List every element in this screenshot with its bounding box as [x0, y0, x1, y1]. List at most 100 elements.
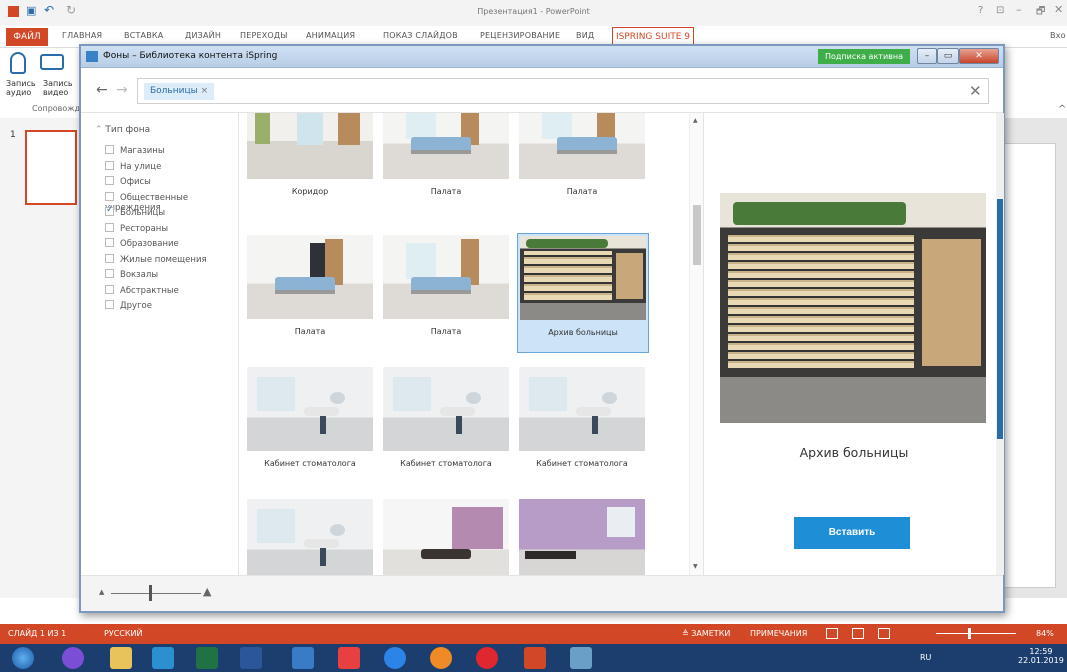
filter-checkbox[interactable]	[105, 238, 114, 247]
yandex-icon[interactable]	[338, 647, 360, 669]
background-card[interactable]: Коридор	[245, 113, 377, 213]
thumbnail-size-slider[interactable]	[111, 593, 201, 594]
forward-arrow-icon[interactable]: →	[116, 82, 128, 98]
dialog-minimize-button[interactable]: –	[917, 48, 937, 64]
media-icon[interactable]	[152, 647, 174, 669]
remove-tag-icon[interactable]: ×	[201, 86, 209, 96]
insert-button[interactable]: Вставить	[794, 517, 910, 549]
preview-image	[720, 193, 986, 423]
filter-checkbox[interactable]	[105, 253, 114, 263]
content-library-dialog: Фоны – Библиотека контента iSpring Подпи…	[79, 44, 1005, 613]
collapse-ribbon-icon[interactable]: ^	[1058, 104, 1066, 115]
reading-view-icon[interactable]	[878, 628, 890, 639]
tab-view[interactable]: ВИД	[576, 31, 594, 40]
tab-insert[interactable]: ВСТАВКА	[124, 31, 163, 40]
slide-thumbnail[interactable]	[25, 130, 77, 205]
clear-search-icon[interactable]: ✕	[969, 82, 982, 100]
background-card[interactable]: Палата	[381, 113, 513, 213]
filter-checkbox[interactable]	[105, 300, 114, 309]
yandex-browser-icon[interactable]	[476, 647, 498, 669]
filter-item[interactable]: На улице	[105, 160, 161, 172]
dialog-maximize-button[interactable]: ▭	[937, 48, 959, 64]
background-card[interactable]	[381, 497, 513, 575]
filter-item[interactable]: Абстрактные	[105, 284, 179, 296]
grid-scrollbar[interactable]: ▲ ▼	[689, 113, 703, 575]
excel-icon[interactable]	[196, 647, 218, 669]
input-language[interactable]: RU	[920, 653, 931, 662]
record-audio-button[interactable]: Запись аудио	[6, 79, 36, 97]
explorer-icon[interactable]	[110, 647, 132, 669]
minimize-icon[interactable]: –	[1016, 3, 1022, 16]
filter-checkbox[interactable]	[105, 160, 114, 170]
photos-icon[interactable]	[570, 647, 592, 669]
close-icon[interactable]: ✕	[1054, 3, 1063, 16]
background-card[interactable]	[245, 497, 377, 575]
preview-scrollbar[interactable]	[996, 113, 1004, 575]
background-card[interactable]: Палата	[245, 233, 377, 353]
filter-checkbox[interactable]	[105, 222, 114, 232]
filter-item[interactable]: Другое	[105, 300, 152, 311]
app-icon[interactable]	[292, 647, 314, 669]
background-card[interactable]: Палата	[381, 233, 513, 353]
back-arrow-icon[interactable]: ←	[96, 82, 108, 98]
tab-slideshow[interactable]: ПОКАЗ СЛАЙДОВ	[383, 31, 458, 40]
background-card[interactable]: Архив больницы	[517, 233, 649, 353]
normal-view-icon[interactable]	[826, 628, 838, 639]
tab-animation[interactable]: АНИМАЦИЯ	[306, 31, 355, 40]
ribbon-options-icon[interactable]: ⊡	[996, 5, 1004, 16]
scroll-down-icon[interactable]: ▼	[693, 563, 698, 570]
zoom-slider[interactable]	[936, 633, 1016, 634]
search-input[interactable]: Больницы × ✕	[137, 78, 989, 104]
tab-review[interactable]: РЕЦЕНЗИРОВАНИЕ	[480, 31, 560, 40]
filter-item[interactable]: Образование	[105, 238, 179, 249]
filter-item[interactable]: Рестораны	[105, 222, 168, 234]
zoom-level[interactable]: 84%	[1036, 629, 1054, 638]
filter-checkbox[interactable]	[105, 269, 114, 278]
preview-scrollbar-thumb[interactable]	[997, 199, 1003, 439]
sign-in-link[interactable]: Вхо	[1050, 31, 1066, 40]
filter-checkbox[interactable]	[105, 191, 114, 201]
filter-checkbox[interactable]	[105, 205, 114, 216]
background-card[interactable]: Палата	[517, 113, 649, 213]
tab-home[interactable]: ГЛАВНАЯ	[62, 31, 102, 40]
filter-checkbox[interactable]	[105, 284, 114, 294]
filter-heading[interactable]: ⌃ Тип фона	[95, 125, 150, 135]
maximize-icon[interactable]: 🗗	[1036, 4, 1045, 21]
background-card[interactable]: Кабинет стоматолога	[517, 365, 649, 485]
alice-icon[interactable]	[62, 647, 84, 669]
tab-transitions[interactable]: ПЕРЕХОДЫ	[240, 31, 288, 40]
search-tag-chip[interactable]: Больницы ×	[144, 83, 215, 100]
filter-item[interactable]: Больницы	[105, 205, 165, 218]
notes-toggle[interactable]: ≜ ЗАМЕТКИ	[682, 629, 730, 638]
filter-item[interactable]: Жилые помещения	[105, 253, 207, 265]
filter-item[interactable]: Вокзалы	[105, 269, 158, 280]
filter-item[interactable]: Офисы	[105, 176, 151, 187]
grid-scrollbar-thumb[interactable]	[693, 205, 701, 265]
start-button-icon[interactable]	[12, 647, 34, 669]
slide-canvas[interactable]	[1000, 143, 1056, 588]
zoom-slider-thumb[interactable]	[968, 628, 971, 639]
filter-checkbox[interactable]	[105, 176, 114, 185]
ie-icon[interactable]	[384, 647, 406, 669]
record-video-button[interactable]: Запись видео	[43, 79, 73, 97]
comments-toggle[interactable]: ПРИМЕЧАНИЯ	[750, 629, 807, 638]
clock[interactable]: 12:59 22.01.2019	[1018, 647, 1064, 665]
thumbnail-size-slider-thumb[interactable]	[149, 585, 152, 601]
filter-item[interactable]: Магазины	[105, 145, 165, 156]
background-card[interactable]: Кабинет стоматолога	[245, 365, 377, 485]
record-audio-label2: аудио	[6, 88, 32, 97]
powerpoint-taskbar-icon[interactable]	[524, 647, 546, 669]
word-icon[interactable]	[240, 647, 262, 669]
filter-panel: ⌃ Тип фона Магазины На улице Офисы Обществе…	[81, 113, 239, 575]
scroll-up-icon[interactable]: ▲	[693, 117, 698, 124]
tab-file[interactable]: ФАЙЛ	[6, 28, 48, 46]
background-card[interactable]	[517, 497, 649, 575]
firefox-icon[interactable]	[430, 647, 452, 669]
dialog-close-button[interactable]: ✕	[959, 48, 999, 64]
tab-design[interactable]: ДИЗАЙН	[185, 31, 221, 40]
help-icon[interactable]: ?	[978, 5, 983, 16]
language-indicator[interactable]: РУССКИЙ	[104, 629, 143, 638]
filter-checkbox[interactable]	[105, 145, 114, 154]
background-card[interactable]: Кабинет стоматолога	[381, 365, 513, 485]
sorter-view-icon[interactable]	[852, 628, 864, 639]
